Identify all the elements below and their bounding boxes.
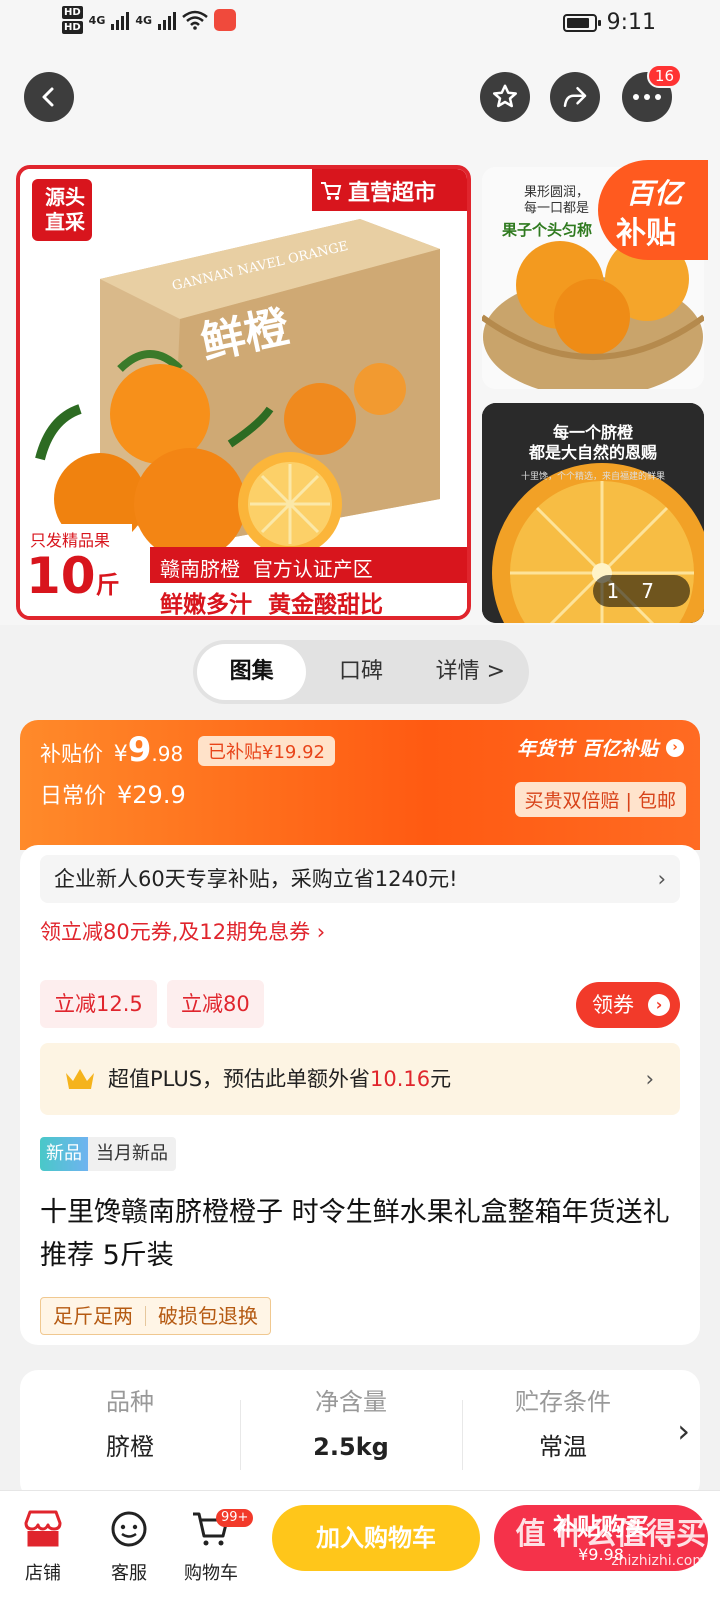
tab-reviews[interactable]: 口碑 (306, 644, 415, 700)
share-button[interactable] (550, 72, 600, 122)
get-coupon-button[interactable]: 领券 › (576, 982, 680, 1028)
discount-chip-1: 立减12.5 (40, 980, 157, 1028)
spec-net-weight: 净含量 2.5kg (313, 1388, 389, 1461)
status-left: HD HD 4G 4G (62, 6, 237, 34)
more-dots-icon (633, 94, 661, 100)
thumb3-caption-2: 都是大自然的恩赐 (528, 443, 657, 462)
more-button[interactable]: 16 (622, 64, 682, 122)
top-nav: 16 (0, 50, 720, 165)
share-icon (563, 87, 587, 107)
cart-icon (321, 182, 342, 200)
daily-price: 日常价 ¥29.9 (40, 781, 186, 809)
hd-indicator: HD HD (62, 6, 83, 34)
thumb2-caption-2: 每一口都是 (524, 201, 590, 216)
gallery-tabs: 图集 口碑 详情 > (193, 640, 529, 704)
chevron-right-icon: › (666, 738, 684, 757)
discount-chip-2: 立减80 (167, 980, 264, 1028)
cart-button[interactable]: 99+ 购物车 (176, 1507, 254, 1585)
image-counter: 17 (592, 575, 690, 607)
bottom-action-bar: 店铺 客服 99+ 购物车 加入购物车 补贴购买 ¥9.98 值 什么值得买 z… (0, 1490, 720, 1600)
gallery-thumbnail-3[interactable]: 每一个脐橙 都是大自然的恩赐 十里馋，个个精选，来自福建的鲜果 17 (482, 403, 704, 623)
weight-value: 10斤 (26, 547, 120, 605)
price-banner: 补贴价 ¥9.98 已补贴¥19.92 日常价 ¥29.9 年货节 百亿补贴 ›… (20, 720, 700, 850)
back-arrow-icon (42, 87, 54, 107)
enterprise-subsidy-row[interactable]: 企业新人60天专享补贴，采购立省1240元! › (40, 855, 680, 903)
store-tag: 直营超市 (320, 175, 436, 207)
add-to-cart-button[interactable]: 加入购物车 (272, 1505, 480, 1571)
new-product-tag: 新品 当月新品 (40, 1137, 176, 1171)
plus-membership-row[interactable]: 超值PLUS，预估此单额外省10.16元 › (40, 1043, 680, 1115)
coupon-link[interactable]: 领立减80元券,及12期免息券 › (40, 917, 325, 947)
notification-app-icon (214, 9, 237, 31)
promise-tag: 买贵双倍赔 | 包邮 (514, 782, 686, 817)
source-tag: 源头直采 (45, 185, 85, 234)
cart-count-badge: 99+ (216, 1509, 254, 1527)
chevron-right-icon[interactable]: › (677, 1412, 690, 1450)
crown-icon (66, 1069, 94, 1089)
store-button[interactable]: 店铺 (8, 1507, 78, 1585)
tab-gallery[interactable]: 图集 (197, 644, 307, 700)
signal-icon (111, 10, 130, 30)
main-product-image[interactable]: 源头直采 直营超市 GANNAN NAVEL ORANGE 鲜橙 只发精品果 1… (16, 165, 471, 620)
network-label-1: 4G (88, 13, 106, 27)
status-right: 9:11 (562, 10, 656, 35)
spec-variety: 品种 脐橙 (106, 1388, 154, 1461)
chevron-right-icon: › (657, 867, 666, 891)
favorite-button[interactable] (480, 72, 530, 122)
chevron-right-icon: › (645, 1067, 654, 1091)
banner-line-2: 鲜嫩多汁 黄金酸甜比 (160, 592, 384, 618)
chevron-right-icon: › (648, 994, 670, 1016)
service-chat-icon (111, 1511, 147, 1547)
store-icon (24, 1510, 62, 1547)
network-label-2: 4G (135, 13, 153, 27)
watermark: 值 什么值得买 zhizhizhi.com (515, 1517, 706, 1569)
tab-details[interactable]: 详情 > (416, 644, 525, 700)
thumb2-caption-3: 果子个头匀称 (502, 221, 593, 239)
subsidy-price: 补贴价 ¥9.98 (40, 730, 184, 770)
wifi-icon (182, 10, 208, 30)
star-icon (493, 84, 517, 108)
banner-line-1: 赣南脐橙 官方认证产区 (160, 557, 373, 581)
status-bar: HD HD 4G 4G 9:11 (0, 0, 720, 50)
spec-card[interactable]: 品种 脐橙 净含量 2.5kg 贮存条件 常温 › (20, 1370, 700, 1500)
service-guarantee-tags: 足斤足两 破损包退换 (40, 1297, 271, 1335)
product-info-card: 企业新人60天专享补贴，采购立省1240元! › 领立减80元券,及12期免息券… (20, 845, 700, 1345)
signal-icon-2 (158, 10, 177, 30)
thumb3-caption-3: 十里馋，个个精选，来自福建的鲜果 (520, 472, 665, 482)
product-title: 十里馋赣南脐橙橙子 时令生鲜水果礼盒整箱年货送礼推荐 5斤装 (40, 1197, 670, 1271)
battery-icon (562, 13, 601, 32)
back-button[interactable] (24, 72, 74, 122)
saved-amount-tag: 已补贴¥19.92 (198, 736, 335, 766)
clock: 9:11 (606, 10, 656, 35)
spec-storage: 贮存条件 常温 (515, 1388, 611, 1461)
billion-subsidy-badge: 百亿 补贴 (598, 160, 708, 260)
customer-service-button[interactable]: 客服 (94, 1507, 164, 1585)
message-count-badge: 16 (646, 64, 682, 88)
festival-program-link[interactable]: 年货节 百亿补贴 › (517, 734, 684, 761)
